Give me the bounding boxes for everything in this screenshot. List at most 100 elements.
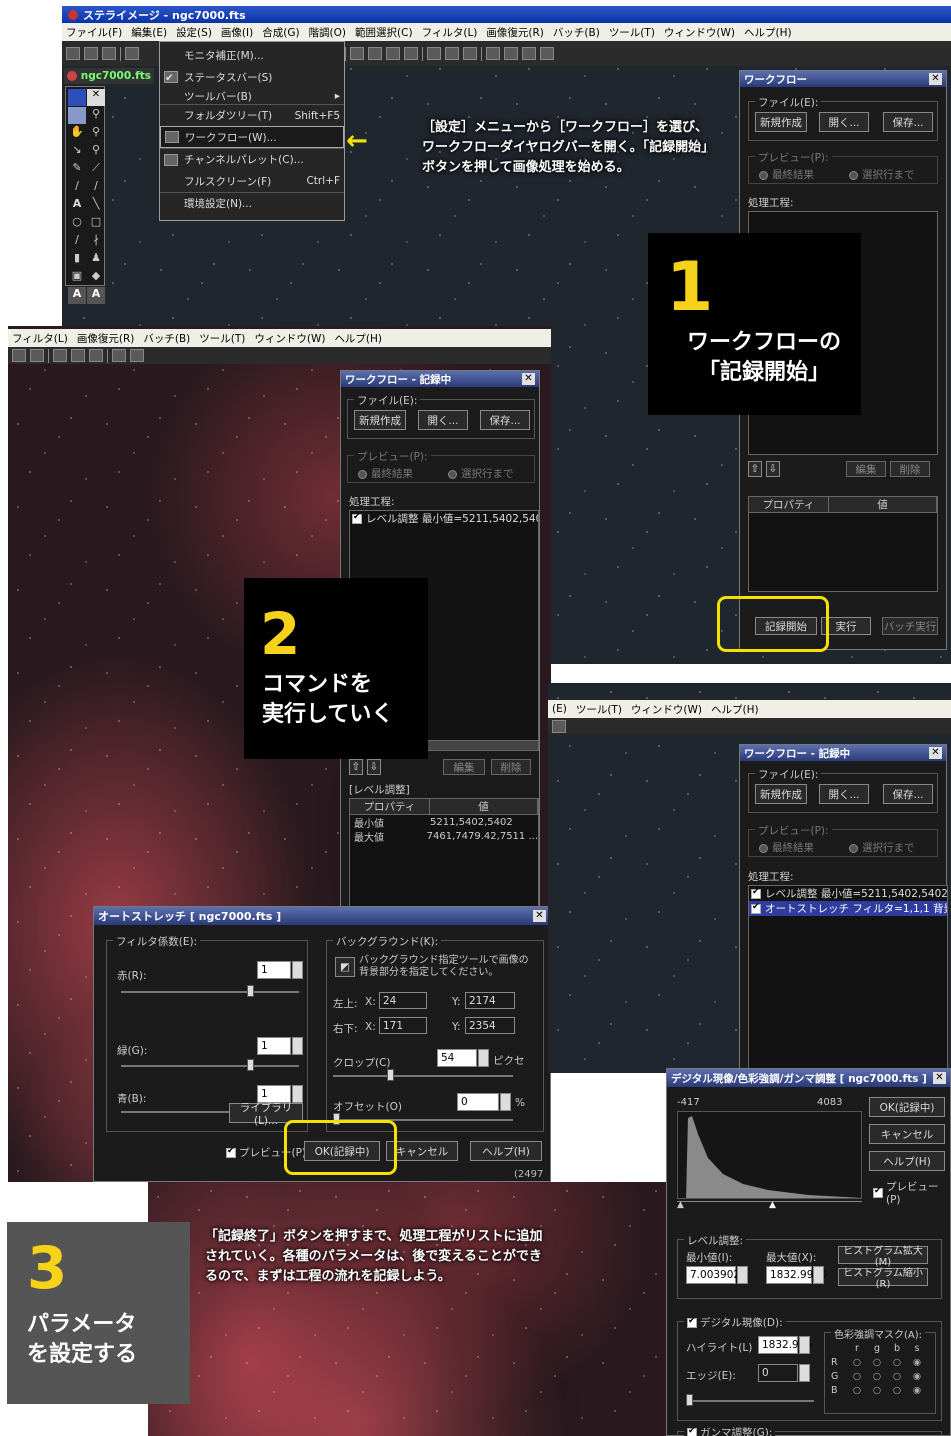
batch-icon[interactable]: [552, 719, 566, 733]
hist-expand-button[interactable]: ヒストグラム拡大(M): [838, 1246, 928, 1268]
grid-icon[interactable]: [71, 349, 85, 362]
offset-input[interactable]: 0: [457, 1093, 499, 1111]
menu-item-status-bar[interactable]: ✔ ステータスバー(S): [160, 66, 344, 88]
text-tool-icon[interactable]: A: [68, 197, 86, 214]
mask-radio[interactable]: ◉: [907, 1371, 927, 1382]
save-button[interactable]: 保存...: [883, 784, 933, 804]
preview-group-label[interactable]: プレビュー(P):: [755, 150, 832, 165]
min-input[interactable]: 7.003902: [686, 1266, 740, 1284]
brush-icon[interactable]: ∕: [68, 179, 86, 196]
red-spinner[interactable]: [292, 961, 303, 979]
histogram-icon[interactable]: [350, 47, 364, 60]
menu-item-11[interactable]: ウィンドウ(W): [664, 25, 735, 40]
batch-icon[interactable]: [463, 47, 477, 60]
zoom-tool-icon[interactable]: ⚲: [87, 107, 105, 124]
document-tab[interactable]: ngc7000.fts: [64, 68, 154, 84]
restore-icon[interactable]: [445, 47, 459, 60]
line-icon[interactable]: ⟋: [87, 161, 105, 178]
menu-item-4[interactable]: ウィンドウ(W): [254, 331, 325, 346]
col-property[interactable]: プロパティ: [749, 497, 829, 512]
menu-item-4[interactable]: 合成(G): [262, 25, 299, 40]
font-a-icon[interactable]: A: [68, 287, 86, 304]
red-input[interactable]: 1: [257, 961, 291, 979]
save-icon[interactable]: [84, 47, 98, 60]
step-checkbox[interactable]: [751, 902, 761, 914]
grid-icon[interactable]: [486, 47, 500, 60]
menu-item-0[interactable]: ファイル(F): [66, 25, 122, 40]
col-value[interactable]: 値: [829, 497, 937, 512]
menu-item-5[interactable]: ヘルプ(H): [334, 331, 382, 346]
top-left-y-input[interactable]: 2174: [465, 992, 515, 1009]
digital-checkbox[interactable]: デジタル現像(D):: [684, 1315, 786, 1330]
open-button[interactable]: 開く...: [819, 112, 869, 132]
menu-item-10[interactable]: ツール(T): [609, 25, 655, 40]
menu-item-2[interactable]: ウィンドウ(W): [631, 702, 702, 717]
menu-item-3[interactable]: ツール(T): [199, 331, 245, 346]
open-button[interactable]: 開く...: [418, 410, 468, 430]
preview-checkbox[interactable]: プレビュー(P): [873, 1179, 950, 1206]
min-spinner[interactable]: [737, 1266, 748, 1284]
batch-run-button[interactable]: バッチ実行: [882, 617, 938, 635]
menu-item-2[interactable]: 設定(S): [176, 25, 212, 40]
close-icon[interactable]: ✕: [87, 89, 105, 106]
edge-slider[interactable]: [686, 1400, 814, 1402]
edge-spinner[interactable]: [799, 1364, 810, 1382]
process-step[interactable]: オートストレッチ フィルタ=1,1,1 背景=2: [749, 901, 947, 916]
mask-radio[interactable]: ○: [847, 1357, 867, 1368]
red-slider[interactable]: [121, 991, 299, 993]
green-spinner[interactable]: [292, 1037, 303, 1055]
move-up-button[interactable]: ⇧: [349, 759, 363, 775]
highlight-spinner[interactable]: [799, 1336, 810, 1354]
menu-item-8[interactable]: 画像復元(R): [486, 25, 544, 40]
preview-group-label[interactable]: プレビュー(P):: [354, 449, 431, 464]
levels-icon[interactable]: [368, 47, 382, 60]
background-tool-icon[interactable]: ◩: [335, 957, 355, 977]
min-marker-icon[interactable]: ▲: [677, 1200, 684, 1210]
bar-icon[interactable]: ▮: [68, 251, 86, 268]
new-button[interactable]: 新規作成: [755, 112, 807, 132]
marker-icon[interactable]: ∤: [87, 233, 105, 250]
batch-icon[interactable]: [53, 349, 67, 362]
menu-item-fullscreen[interactable]: フルスクリーン(F) Ctrl+F: [160, 170, 344, 192]
crop-slider[interactable]: [333, 1075, 513, 1077]
delete-button[interactable]: 削除: [890, 461, 930, 477]
pen-icon[interactable]: ✎: [68, 161, 86, 178]
menu-item-12[interactable]: ヘルプ(H): [744, 25, 792, 40]
crop-slider-knob[interactable]: [387, 1069, 394, 1081]
radio-selected[interactable]: 選択行まで: [849, 167, 915, 182]
green-slider-knob[interactable]: [247, 1059, 254, 1071]
color-icon[interactable]: [404, 47, 418, 60]
image-icon[interactable]: ▣: [68, 269, 86, 286]
edit-button[interactable]: 編集: [443, 759, 485, 775]
highlight-input[interactable]: 1832.996: [758, 1336, 812, 1354]
radio-selected[interactable]: 選択行まで: [448, 466, 514, 481]
red-slider-knob[interactable]: [247, 985, 254, 997]
green-slider[interactable]: [121, 1065, 299, 1067]
ok-recording-button[interactable]: OK(記録中): [869, 1097, 945, 1117]
filter-icon[interactable]: [12, 349, 26, 362]
gamma-checkbox[interactable]: ガンマ調整(G):: [684, 1425, 776, 1436]
ellipse-icon[interactable]: ○: [68, 215, 86, 232]
restore-icon[interactable]: [30, 349, 44, 362]
save-button[interactable]: 保存...: [883, 112, 933, 132]
radio-final[interactable]: 最終結果: [358, 466, 413, 481]
edge-slider-knob[interactable]: [686, 1394, 693, 1406]
menu-item-1[interactable]: 編集(E): [131, 25, 167, 40]
green-input[interactable]: 1: [257, 1037, 291, 1055]
mask-radio[interactable]: ○: [887, 1371, 907, 1382]
menu-item-2[interactable]: バッチ(B): [143, 331, 190, 346]
diagonal-icon[interactable]: ╲: [87, 197, 105, 214]
step-checkbox[interactable]: [352, 512, 362, 524]
mask-radio[interactable]: ○: [847, 1371, 867, 1382]
process-step[interactable]: レベル調整 最小値=5211,5402,5402: [350, 511, 538, 526]
compare-icon[interactable]: [112, 349, 126, 362]
max-spinner[interactable]: [813, 1266, 824, 1284]
table-icon[interactable]: [504, 47, 518, 60]
radio-final[interactable]: 最終結果: [759, 840, 814, 855]
process-list[interactable]: レベル調整 最小値=5211,5402,5402 オートストレッチ フィルタ=1,…: [748, 885, 948, 1071]
close-icon[interactable]: ✕: [933, 1072, 946, 1084]
cancel-button[interactable]: キャンセル: [869, 1124, 945, 1144]
step-checkbox[interactable]: [751, 887, 761, 899]
close-icon[interactable]: ✕: [533, 910, 546, 922]
mid-marker-icon[interactable]: ▲: [769, 1200, 776, 1210]
